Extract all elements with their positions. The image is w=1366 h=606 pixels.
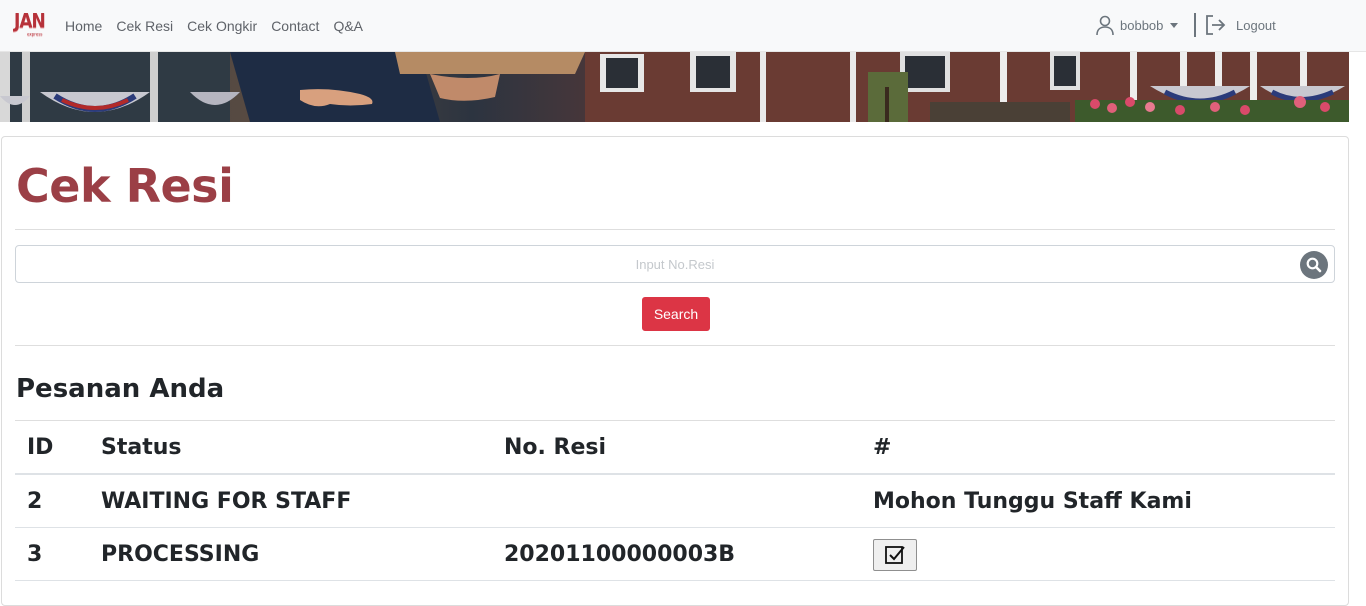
logout-icon bbox=[1206, 15, 1226, 35]
confirm-button[interactable] bbox=[873, 539, 917, 571]
order-resi: 20201100000003B bbox=[504, 541, 736, 567]
scrollbar-gutter bbox=[1349, 52, 1366, 598]
resi-search-input[interactable] bbox=[16, 246, 1334, 282]
order-action-text: Mohon Tunggu Staff Kami bbox=[873, 488, 1192, 514]
page-title: Cek Resi bbox=[16, 159, 234, 213]
divider bbox=[15, 229, 1335, 230]
brand-logo-sub: express bbox=[27, 30, 43, 37]
divider bbox=[15, 345, 1335, 346]
nav-link-cek-resi[interactable]: Cek Resi bbox=[116, 17, 173, 35]
table-row: 2 WAITING FOR STAFF Mohon Tunggu Staff K… bbox=[15, 475, 1335, 528]
user-dropdown[interactable]: bobbob bbox=[1095, 13, 1179, 37]
order-id: 3 bbox=[27, 541, 43, 567]
brand-logo[interactable]: JAN express bbox=[14, 10, 46, 40]
order-action bbox=[873, 528, 917, 580]
cek-resi-card: Cek Resi Search Pesanan Anda ID Status N… bbox=[1, 136, 1349, 606]
order-status: PROCESSING bbox=[101, 541, 260, 567]
column-header-action: # bbox=[873, 434, 892, 460]
orders-section-title: Pesanan Anda bbox=[16, 374, 225, 404]
check-square-icon bbox=[885, 546, 905, 564]
search-icon[interactable] bbox=[1300, 251, 1328, 279]
table-row: 3 PROCESSING 20201100000003B bbox=[15, 528, 1335, 581]
nav-link-home[interactable]: Home bbox=[65, 17, 102, 35]
nav-link-qa[interactable]: Q&A bbox=[333, 17, 363, 35]
search-button[interactable]: Search bbox=[642, 297, 710, 331]
top-navbar: JAN express Home Cek Resi Cek Ongkir Con… bbox=[0, 0, 1366, 52]
table-header-row: ID Status No. Resi # bbox=[15, 421, 1335, 475]
orders-table: ID Status No. Resi # 2 WAITING FOR STAFF… bbox=[15, 421, 1335, 581]
user-icon bbox=[1096, 15, 1114, 36]
logout-link[interactable]: Logout bbox=[1194, 12, 1276, 38]
divider bbox=[1194, 13, 1196, 37]
logout-label: Logout bbox=[1236, 17, 1276, 33]
user-name: bobbob bbox=[1120, 17, 1164, 33]
brand-logo-text: JAN bbox=[14, 10, 46, 34]
resi-search-field bbox=[15, 245, 1335, 283]
nav-link-cek-ongkir[interactable]: Cek Ongkir bbox=[187, 17, 257, 35]
nav-links: Home Cek Resi Cek Ongkir Contact Q&A bbox=[65, 17, 363, 35]
order-status: WAITING FOR STAFF bbox=[101, 488, 352, 514]
column-header-id: ID bbox=[27, 434, 54, 460]
order-id: 2 bbox=[27, 488, 43, 514]
chevron-down-icon bbox=[1170, 23, 1179, 28]
nav-link-contact[interactable]: Contact bbox=[271, 17, 319, 35]
hero-banner-image bbox=[0, 52, 1349, 122]
column-header-no-resi: No. Resi bbox=[504, 434, 607, 460]
column-header-status: Status bbox=[101, 434, 182, 460]
